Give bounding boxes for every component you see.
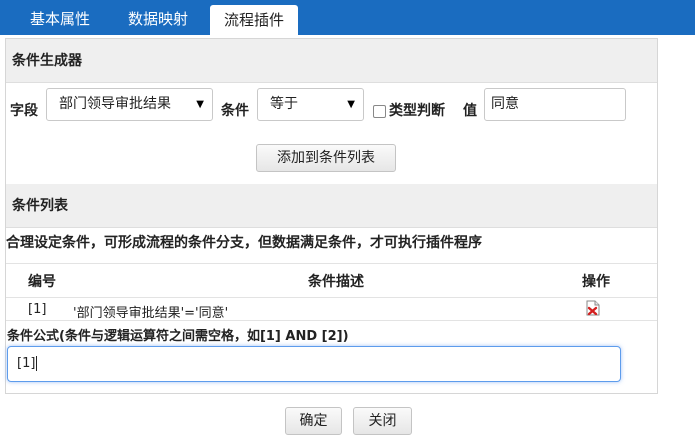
table-header-divider <box>6 297 657 298</box>
value-label: 值 <box>463 103 477 119</box>
chevron-down-icon: ▼ <box>347 99 355 110</box>
condition-select[interactable]: 等于 ▼ <box>257 88 364 121</box>
tab-process-plugin[interactable]: 流程插件 <box>210 5 298 35</box>
text-cursor <box>36 356 38 371</box>
field-select-value: 部门领导审批结果 <box>59 96 171 112</box>
row-description: '部门领导审批结果'='同意' <box>73 306 229 321</box>
add-to-list-button[interactable]: 添加到条件列表 <box>256 144 396 172</box>
delete-icon[interactable] <box>586 300 600 316</box>
condition-list-header: 条件列表 <box>6 184 657 228</box>
dialog-footer: 确定 关闭 <box>0 396 695 443</box>
tab-bar: 基本属性 数据映射 流程插件 <box>0 0 695 35</box>
field-label: 字段 <box>10 103 38 119</box>
tab-data-mapping[interactable]: 数据映射 <box>112 4 204 35</box>
column-header-description: 条件描述 <box>308 274 364 290</box>
formula-input[interactable]: [1] <box>7 346 621 382</box>
condition-list-description: 合理设定条件，可形成流程的条件分支，但数据满足条件，才可执行插件程序 <box>6 235 482 251</box>
condition-label: 条件 <box>221 103 249 119</box>
confirm-button[interactable]: 确定 <box>285 407 342 435</box>
formula-label: 条件公式(条件与逻辑运算符之间需空格，如[1] AND [2]) <box>7 329 349 344</box>
plugin-panel: 条件生成器 字段 部门领导审批结果 ▼ 条件 等于 ▼ 类型判断 值 同意 添加… <box>5 38 658 394</box>
close-button[interactable]: 关闭 <box>353 407 412 435</box>
type-check-checkbox[interactable] <box>373 105 386 118</box>
value-input[interactable]: 同意 <box>484 88 626 121</box>
generator-header: 条件生成器 <box>6 39 657 83</box>
type-check-label: 类型判断 <box>389 103 445 119</box>
formula-input-value: [1] <box>17 356 36 371</box>
row-id: [1] <box>28 302 47 317</box>
tab-basic-properties[interactable]: 基本属性 <box>14 4 106 35</box>
table-row-divider <box>6 320 657 321</box>
table-border-top <box>6 263 657 264</box>
condition-select-value: 等于 <box>270 96 298 112</box>
field-select[interactable]: 部门领导审批结果 ▼ <box>46 88 213 121</box>
column-header-action: 操作 <box>582 274 610 290</box>
chevron-down-icon: ▼ <box>196 99 204 110</box>
column-header-id: 编号 <box>28 274 56 290</box>
